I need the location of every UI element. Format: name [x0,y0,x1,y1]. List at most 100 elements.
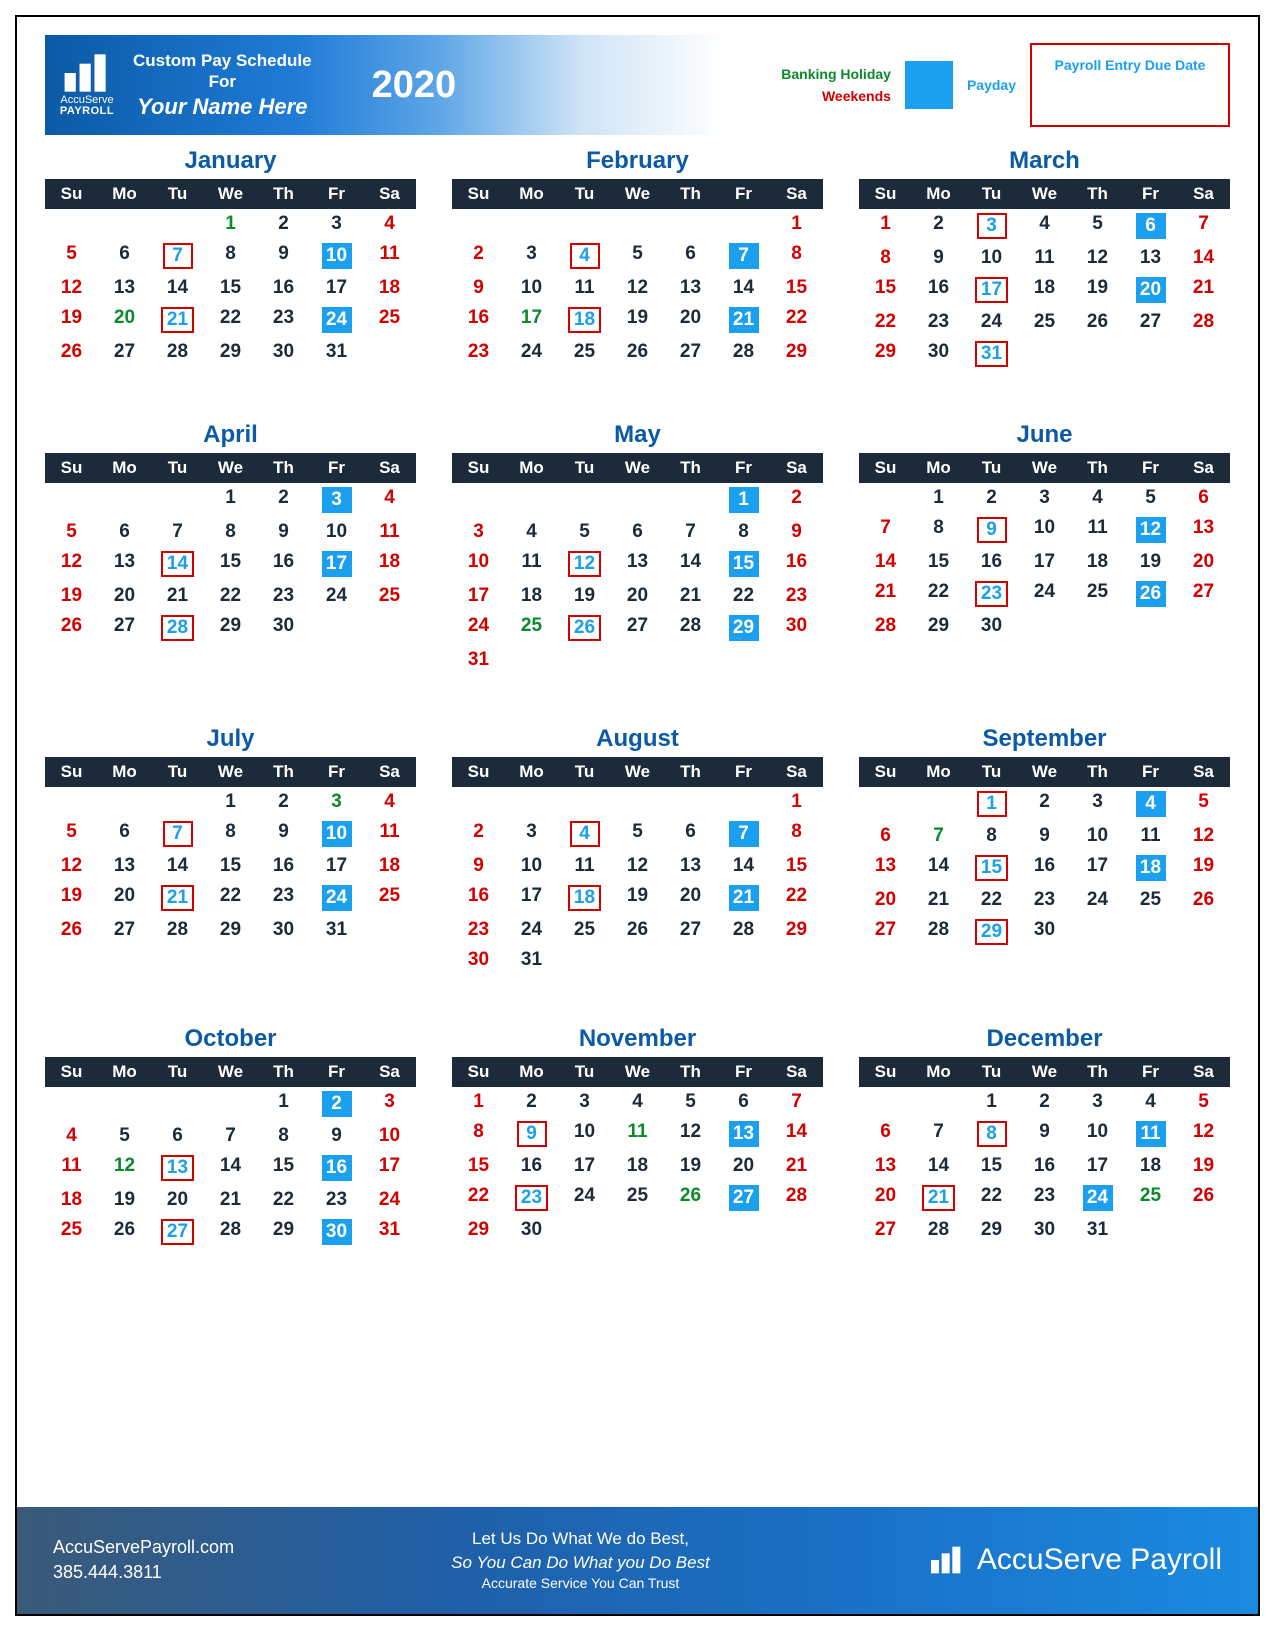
day-cell: 30 [505,1215,558,1245]
day-cell: 19 [45,581,98,611]
day-cell: 30 [770,611,823,645]
day-cell: 19 [1177,851,1230,885]
day-cell: 3 [1018,483,1071,513]
day-cell: 24 [505,337,558,367]
month-title: February [452,143,823,179]
day-cell: 30 [912,337,965,371]
day-cell: 1 [452,1087,505,1117]
dow-cell: Fr [717,757,770,787]
day-cell: 9 [770,517,823,547]
day-cell: 28 [717,337,770,367]
dow-cell: We [1018,453,1071,483]
day-cell: 23 [310,1185,363,1215]
dow-cell: Sa [363,1057,416,1087]
day-cell: 12 [45,273,98,303]
day-cell: 5 [1177,1087,1230,1117]
month-title: July [45,721,416,757]
day-cell: 18 [1124,851,1177,885]
dow-cell: Mo [505,179,558,209]
day-cell: 20 [1177,547,1230,577]
day-cell: 6 [611,517,664,547]
dow-row: SuMoTuWeThFrSa [859,453,1230,483]
dow-cell: Th [664,757,717,787]
day-cell: 22 [770,881,823,915]
day-cell: 7 [151,239,204,273]
day-cell: 9 [1018,821,1071,851]
day-cell: 28 [151,611,204,645]
days-grid: 1234567891011121314151617181920212223242… [859,787,1230,949]
day-cell: 22 [204,881,257,915]
day-cell: 13 [664,273,717,303]
day-cell: 10 [558,1117,611,1151]
dow-cell: Sa [363,453,416,483]
day-cell: 8 [204,517,257,547]
day-cell: 9 [257,817,310,851]
day-cell: 22 [859,307,912,337]
day-cell: 19 [664,1151,717,1181]
day-cell: 25 [45,1215,98,1249]
day-cell: 26 [1124,577,1177,611]
day-cell: 4 [505,517,558,547]
day-cell: 11 [558,273,611,303]
month-title: May [452,417,823,453]
day-cell: 9 [452,273,505,303]
day-cell: 13 [664,851,717,881]
dow-cell: Tu [558,179,611,209]
footer-tagline: Let Us Do What We do Best, So You Can Do… [451,1527,710,1594]
month-march: MarchSuMoTuWeThFrSa123456789101112131415… [859,143,1230,371]
day-cell: 8 [257,1121,310,1151]
day-cell: 30 [1018,915,1071,949]
day-cell: 8 [717,517,770,547]
day-cell: 12 [1177,821,1230,851]
day-cell: 27 [717,1181,770,1215]
day-cell: 9 [965,513,1018,547]
day-cell: 3 [310,787,363,817]
dow-cell: Tu [965,1057,1018,1087]
dow-cell: Th [257,179,310,209]
day-cell: 21 [1177,273,1230,307]
day-cell: 7 [717,817,770,851]
day-cell: 7 [912,821,965,851]
day-cell: 22 [912,577,965,611]
day-cell: 19 [45,303,98,337]
day-cell: 1 [257,1087,310,1121]
day-cell: 23 [452,915,505,945]
day-cell: 31 [310,915,363,945]
dow-cell: Tu [558,1057,611,1087]
day-cell: 26 [611,337,664,367]
day-cell: 25 [363,881,416,915]
day-cell: 1 [770,787,823,817]
dow-cell: Tu [965,757,1018,787]
dow-cell: Su [859,1057,912,1087]
dow-cell: Tu [151,1057,204,1087]
day-cell: 17 [452,581,505,611]
day-cell: 30 [452,945,505,975]
day-cell: 18 [1018,273,1071,307]
dow-row: SuMoTuWeThFrSa [452,757,823,787]
day-cell: 2 [770,483,823,517]
month-title: December [859,1021,1230,1057]
day-cell: 2 [452,239,505,273]
day-cell: 4 [558,239,611,273]
day-cell: 14 [717,273,770,303]
year: 2020 [372,64,457,107]
day-cell: 23 [257,303,310,337]
day-cell: 30 [1018,1215,1071,1245]
day-cell: 18 [505,581,558,611]
day-cell: 19 [611,881,664,915]
dow-cell: Fr [310,757,363,787]
day-cell: 25 [611,1181,664,1215]
day-cell: 3 [505,239,558,273]
day-cell: 28 [204,1215,257,1249]
day-cell: 31 [505,945,558,975]
day-cell: 31 [965,337,1018,371]
days-grid: 1234567891011121314151617181920212223242… [859,209,1230,371]
dow-cell: Th [1071,757,1124,787]
days-grid: 1234567891011121314151617181920212223242… [45,1087,416,1249]
dow-cell: We [1018,179,1071,209]
day-cell: 16 [257,547,310,581]
day-cell: 4 [45,1121,98,1151]
day-cell: 24 [558,1181,611,1215]
dow-cell: Mo [505,453,558,483]
day-cell: 16 [965,547,1018,577]
